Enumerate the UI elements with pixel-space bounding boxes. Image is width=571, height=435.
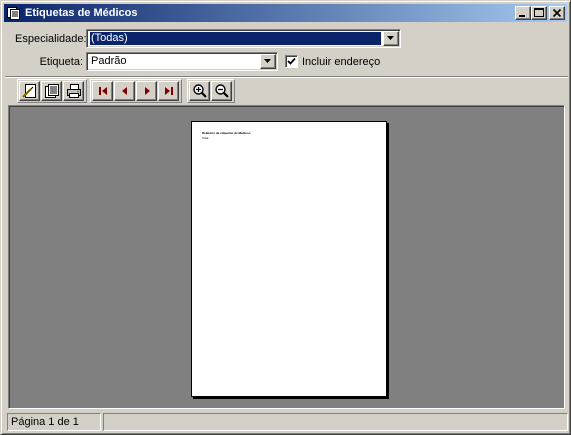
zoom-tools xyxy=(187,79,235,103)
status-panel-empty xyxy=(103,413,568,431)
first-page-button[interactable] xyxy=(92,81,113,101)
zoom-out-icon xyxy=(214,84,229,98)
report-icon xyxy=(6,6,22,20)
toolbar xyxy=(5,78,568,104)
print-tools xyxy=(17,79,87,103)
navigation-tools xyxy=(90,79,182,103)
first-page-icon xyxy=(98,87,107,95)
etiqueta-dropdown-button[interactable] xyxy=(260,54,276,69)
title-bar[interactable]: Etiquetas de Médicos xyxy=(4,4,567,22)
close-icon xyxy=(552,8,562,18)
properties-button[interactable] xyxy=(41,81,62,101)
print-icon xyxy=(66,84,81,98)
etiqueta-value: Padrão xyxy=(91,55,127,67)
etiqueta-label: Etiqueta: xyxy=(39,56,83,68)
incluir-endereco-option[interactable]: Incluir endereço xyxy=(285,55,380,68)
minimize-button[interactable] xyxy=(515,6,531,20)
chevron-down-icon xyxy=(387,36,394,40)
report-window: Etiquetas de Médicos Especialidade: (Tod… xyxy=(0,0,571,435)
last-page-button[interactable] xyxy=(158,81,179,101)
etiqueta-select[interactable]: Padrão xyxy=(86,52,278,71)
previous-page-button[interactable] xyxy=(114,81,135,101)
maximize-button[interactable] xyxy=(531,6,547,20)
page-setup-icon xyxy=(21,84,36,98)
print-button[interactable] xyxy=(63,81,84,101)
page-setup-button[interactable] xyxy=(19,81,40,101)
zoom-in-icon xyxy=(192,84,207,98)
last-page-icon xyxy=(164,87,173,95)
especialidade-dropdown-button[interactable] xyxy=(383,31,399,46)
minimize-icon xyxy=(519,15,525,17)
preview-page[interactable]: Relatório de etiquetas de Médicos Total xyxy=(191,121,387,397)
zoom-out-button[interactable] xyxy=(211,81,232,101)
zoom-in-button[interactable] xyxy=(189,81,210,101)
page-header-text: Relatório de etiquetas de Médicos xyxy=(202,131,251,135)
page-body-text: Total xyxy=(202,136,209,140)
especialidade-value: (Todas) xyxy=(89,31,382,46)
previous-page-icon xyxy=(121,87,127,95)
incluir-endereco-checkbox[interactable] xyxy=(285,55,298,68)
chevron-down-icon xyxy=(264,59,271,63)
page-status: Página 1 de 1 xyxy=(7,413,101,431)
incluir-endereco-label: Incluir endereço xyxy=(302,55,381,68)
close-button[interactable] xyxy=(549,6,565,20)
report-preview[interactable]: Relatório de etiquetas de Médicos Total xyxy=(8,105,565,409)
especialidade-label: Especialidade: xyxy=(15,33,87,45)
check-icon xyxy=(287,57,296,65)
next-page-button[interactable] xyxy=(136,81,157,101)
maximize-icon xyxy=(534,8,544,10)
status-bar: Página 1 de 1 xyxy=(5,412,568,432)
properties-icon xyxy=(44,84,59,98)
window-title: Etiquetas de Médicos xyxy=(25,7,138,19)
next-page-icon xyxy=(144,87,150,95)
especialidade-select[interactable]: (Todas) xyxy=(86,29,401,48)
